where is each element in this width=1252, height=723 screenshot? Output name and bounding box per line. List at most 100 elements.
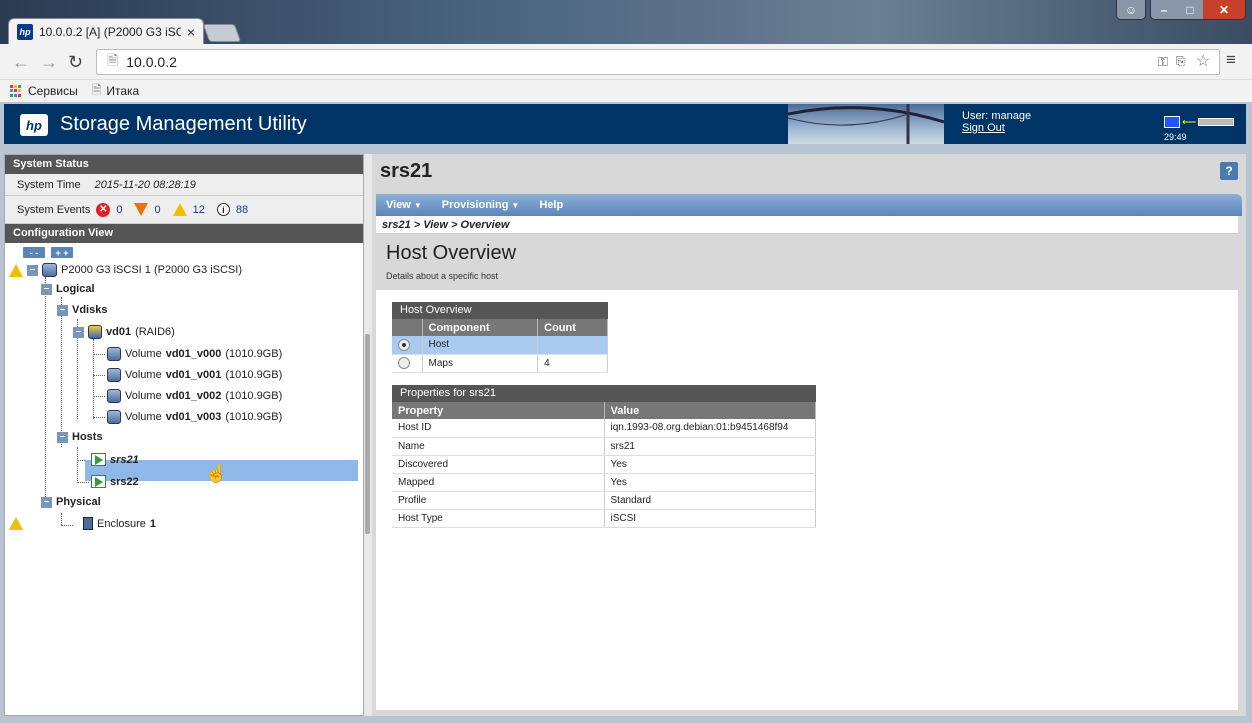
collapse-icon[interactable]: – xyxy=(41,496,52,508)
page-icon: 🗎 xyxy=(107,52,119,68)
volume-prefix: Volume xyxy=(125,411,162,423)
radio-header xyxy=(392,319,423,336)
translate-icon[interactable]: ⎘ xyxy=(1176,54,1186,69)
splitter-handle[interactable] xyxy=(365,334,370,534)
hp-favicon-icon: hp xyxy=(17,23,33,40)
volume-icon xyxy=(107,347,121,361)
reload-icon[interactable]: ↻ xyxy=(68,52,83,73)
back-icon[interactable]: ← xyxy=(12,52,30,73)
collapse-icon[interactable]: – xyxy=(27,264,38,276)
breadcrumb: srs21 > View > Overview xyxy=(376,216,1238,234)
column-header: Property xyxy=(392,402,605,419)
tree-system-label: P2000 G3 iSCSI 1 (P2000 G3 iSCSI) xyxy=(61,264,242,276)
collapse-icon[interactable]: – xyxy=(41,283,52,295)
tree-physical-label: Physical xyxy=(56,496,101,508)
mouse-cursor-hand-icon: ☝ xyxy=(205,463,228,483)
volume-name: vd01_v002 xyxy=(165,390,222,402)
browser-toolbar: ← → ↻ 🗎 10.0.0.2 ⚿ ⎘ ☆ ≡ xyxy=(0,44,1252,80)
info-count: 88 xyxy=(235,203,249,216)
tree-volume-node[interactable]: Volume vd01_v000 (1010.9GB) xyxy=(107,347,282,361)
enclosure-number: 1 xyxy=(149,517,157,530)
tree-vdisks-node[interactable]: – Vdisks xyxy=(57,304,107,316)
properties-table: Properties for srs21 Property Value Host… xyxy=(392,385,816,528)
menu-icon[interactable]: ≡ xyxy=(1226,50,1236,70)
page-title: srs21 xyxy=(380,160,433,182)
component-cell: Maps xyxy=(422,354,539,373)
expand-all-button[interactable]: + + xyxy=(51,247,73,258)
bookmark-star-icon[interactable]: ☆ xyxy=(1196,51,1210,71)
system-time-value: 2015-11-20 08:28:19 xyxy=(94,178,196,191)
system-time-label: System Time xyxy=(17,178,81,191)
tree-system-node[interactable]: – P2000 G3 iSCSI 1 (P2000 G3 iSCSI) xyxy=(9,263,242,277)
property-cell: Host Type xyxy=(392,509,605,528)
collapse-icon[interactable]: – xyxy=(57,304,68,316)
menu-bar: View ▼ Provisioning ▼ Help xyxy=(376,194,1242,216)
pane-splitter[interactable] xyxy=(364,154,372,716)
tree-volume-node[interactable]: Volume vd01_v002 (1010.9GB) xyxy=(107,389,282,403)
browser-tab[interactable]: hp 10.0.0.2 [A] (P2000 G3 iSC × xyxy=(8,18,204,44)
app-title: Storage Management Utility xyxy=(60,113,307,135)
radio-button[interactable] xyxy=(398,357,410,369)
volume-size: (1010.9GB) xyxy=(225,369,283,381)
config-tree: – P2000 G3 iSCSI 1 (P2000 G3 iSCSI) – Lo… xyxy=(5,263,363,723)
tree-physical-node[interactable]: – Physical xyxy=(41,496,101,508)
user-switch-button[interactable]: ☺ xyxy=(1116,0,1146,20)
vdisk-icon xyxy=(88,325,102,339)
tree-volume-node[interactable]: Volume vd01_v003 (1010.9GB) xyxy=(107,410,282,424)
minimize-icon[interactable]: – xyxy=(1151,0,1177,19)
tree-logical-node[interactable]: – Logical xyxy=(41,283,95,295)
volume-name: vd01_v003 xyxy=(165,411,222,423)
volume-size: (1010.9GB) xyxy=(225,390,283,402)
value-cell: iqn.1993-08.org.debian:01:b9451468f94 xyxy=(604,419,816,438)
new-tab-button[interactable] xyxy=(202,24,242,42)
radio-button[interactable] xyxy=(398,338,410,351)
system-events-row[interactable]: System Events ✕ 0 0 12 i 88 xyxy=(5,196,363,224)
tree-volume-node[interactable]: Volume vd01_v001 (1010.9GB) xyxy=(107,368,282,382)
header-banner-image xyxy=(788,104,944,144)
component-cell: Host xyxy=(422,336,539,355)
menu-view[interactable]: View ▼ xyxy=(386,199,422,211)
tree-enclosure-node[interactable]: Enclosure 1 xyxy=(9,517,156,530)
forward-icon[interactable]: → xyxy=(40,52,58,73)
volume-icon xyxy=(107,410,121,424)
value-cell: srs21 xyxy=(604,437,816,456)
collapse-icon[interactable]: – xyxy=(57,431,68,443)
content-area: srs21 > View > Overview Host Overview De… xyxy=(376,216,1238,710)
property-cell: Profile xyxy=(392,491,605,510)
system-status-heading: System Status xyxy=(5,155,363,174)
table-row[interactable]: Host xyxy=(392,336,608,355)
volume-name: vd01_v001 xyxy=(165,369,222,381)
close-window-icon[interactable]: ✕ xyxy=(1203,0,1245,19)
host-icon xyxy=(91,475,106,488)
tree-host-srs22[interactable]: srs22 xyxy=(91,475,139,488)
volume-prefix: Volume xyxy=(125,348,162,360)
volume-size: (1010.9GB) xyxy=(225,411,283,423)
address-bar[interactable]: 🗎 10.0.0.2 xyxy=(96,49,1220,75)
column-header: Value xyxy=(604,402,816,419)
sign-out-link[interactable]: Sign Out xyxy=(962,122,1005,134)
tree-host-srs21[interactable]: srs21 xyxy=(91,453,139,466)
maximize-icon[interactable]: □ xyxy=(1177,0,1203,19)
vdisk-raid: (RAID6) xyxy=(135,326,175,338)
tree-vdisk-node[interactable]: – vd01 (RAID6) xyxy=(73,325,175,339)
section-header: Host Overview Details about a specific h… xyxy=(376,234,1238,290)
system-events-label: System Events xyxy=(17,203,91,216)
help-button[interactable]: ? xyxy=(1220,162,1238,180)
volume-prefix: Volume xyxy=(125,369,162,381)
property-cell: Host ID xyxy=(392,419,605,438)
info-icon: i xyxy=(216,203,230,216)
critical-count: 0 xyxy=(116,203,123,216)
menu-help[interactable]: Help xyxy=(539,199,563,211)
collapse-icon[interactable]: – xyxy=(73,326,84,338)
tree-vdisks-label: Vdisks xyxy=(72,304,108,316)
menu-provisioning[interactable]: Provisioning ▼ xyxy=(442,199,520,211)
key-icon[interactable]: ⚿ xyxy=(1158,54,1168,70)
table-row[interactable]: Maps 4 xyxy=(392,354,608,373)
bookmark-itaka[interactable]: 🗎 Итака xyxy=(92,81,140,102)
close-tab-icon[interactable]: × xyxy=(187,24,195,40)
bookmark-services[interactable]: Сервисы xyxy=(10,84,78,98)
tree-hosts-node[interactable]: – Hosts xyxy=(57,431,103,443)
collapse-all-button[interactable]: - - xyxy=(23,247,45,258)
storage-device-icon xyxy=(1198,118,1235,126)
value-cell: Yes xyxy=(604,473,816,492)
